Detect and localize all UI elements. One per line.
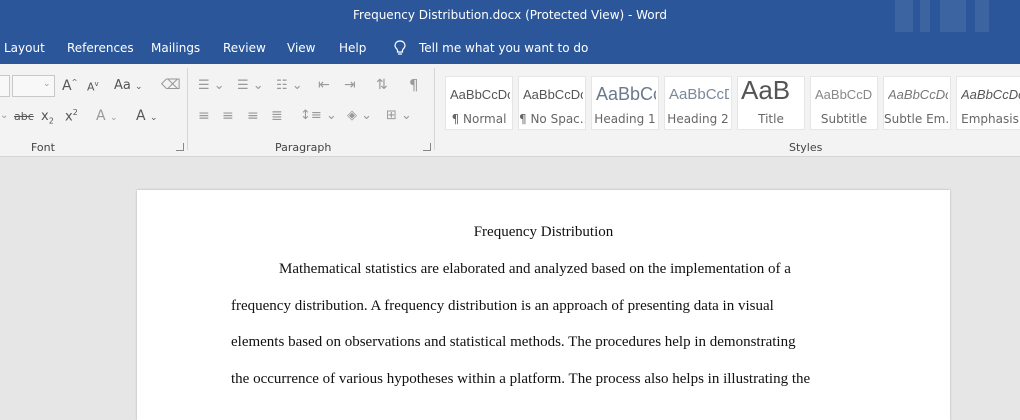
style-sample: AaBbCcDc <box>961 87 1020 102</box>
style-sample: AaBbCcDc <box>450 87 510 102</box>
styles-group-label: Styles <box>789 141 823 154</box>
increase-indent-icon[interactable]: ⇥ <box>344 77 356 93</box>
style-heading-2[interactable]: AaBbCcD Heading 2 <box>664 76 732 130</box>
style-name: Heading 1 <box>594 112 656 126</box>
style-subtitle[interactable]: AaBbCcD Subtitle <box>810 76 878 130</box>
style-name: Subtle Em... <box>884 112 950 126</box>
style-name: ¶ No Spac... <box>519 112 585 126</box>
chevron-down-icon: ⌄ <box>135 82 143 92</box>
tab-help[interactable]: Help <box>339 41 366 55</box>
text-effects-button[interactable]: A ⌄ <box>96 108 118 124</box>
style-name: Subtitle <box>820 112 868 126</box>
decrease-indent-icon[interactable]: ⇤ <box>318 77 330 93</box>
tab-view[interactable]: View <box>287 41 315 55</box>
font-size-combo[interactable]: ⌄ <box>12 75 55 97</box>
clear-formatting-icon[interactable]: ⌫ <box>161 77 181 93</box>
change-case-button[interactable]: Aa ⌄ <box>114 78 143 93</box>
numbering-icon[interactable]: ☰ ⌄ <box>237 78 264 93</box>
paragraph-line: Mathematical statistics are elaborated a… <box>279 261 791 277</box>
lightbulb-icon <box>394 40 406 55</box>
style-emphasis[interactable]: AaBbCcDc Emphasis <box>956 76 1020 130</box>
style-sample: AaBbCcD <box>669 86 729 103</box>
style-subtle-emphasis[interactable]: AaBbCcDc Subtle Em... <box>883 76 951 130</box>
underline-dropdown-icon[interactable]: ⌄ <box>0 110 8 121</box>
paragraph-dialog-launcher-icon[interactable] <box>423 143 431 151</box>
style-sample: AaB <box>741 75 791 105</box>
style-name: ¶ Normal <box>451 112 507 126</box>
shading-icon[interactable]: ◈ ⌄ <box>347 108 372 123</box>
styles-gallery: AaBbCcDc ¶ Normal AaBbCcDc ¶ No Spac... … <box>445 70 1020 134</box>
font-dialog-launcher-icon[interactable] <box>176 143 184 151</box>
style-name: Title <box>758 112 784 126</box>
group-divider <box>434 68 435 150</box>
justify-icon[interactable]: ≣ <box>271 108 283 124</box>
borders-icon[interactable]: ⊞ ⌄ <box>386 108 412 123</box>
sort-icon[interactable]: ⇅ <box>376 77 388 93</box>
style-sample: AaBbCcDc <box>888 87 948 102</box>
paragraph-line: the occurrence of various hypotheses wit… <box>231 371 811 387</box>
paragraph-line: frequency distribution. A frequency dist… <box>231 298 774 314</box>
paragraph-line: elements based on observations and stati… <box>231 334 796 350</box>
document-canvas[interactable]: Frequency Distribution Mathematical stat… <box>0 157 1020 420</box>
grow-font-button[interactable]: A^ <box>62 78 77 94</box>
tab-references[interactable]: References <box>67 41 134 55</box>
paragraph-group-label: Paragraph <box>275 141 332 154</box>
tab-review[interactable]: Review <box>223 41 266 55</box>
ribbon: ⌄ A^ Av Aa ⌄ ⌫ ⌄ abc x2 x2 A ⌄ A ⌄ Font … <box>0 64 1020 157</box>
multilevel-list-icon[interactable]: ☷ ⌄ <box>276 78 303 93</box>
style-no-spacing[interactable]: AaBbCcDc ¶ No Spac... <box>518 76 586 130</box>
style-name: Emphasis <box>961 112 1019 126</box>
document-page[interactable]: Frequency Distribution Mathematical stat… <box>137 190 950 420</box>
chevron-down-icon: ⌄ <box>43 79 51 89</box>
show-formatting-button[interactable]: ¶ <box>409 76 419 94</box>
menu-bar: Layout References Mailings Review View H… <box>0 32 1020 64</box>
style-name: Heading 2 <box>667 112 729 126</box>
font-name-combo[interactable] <box>0 75 10 97</box>
tab-layout[interactable]: Layout <box>4 41 45 55</box>
group-divider <box>187 68 188 150</box>
tab-mailings[interactable]: Mailings <box>151 41 200 55</box>
bullets-icon[interactable]: ☰ ⌄ <box>198 78 225 93</box>
font-group-label: Font <box>31 141 55 154</box>
superscript-button[interactable]: x2 <box>65 108 78 124</box>
style-title[interactable]: AaB Title <box>737 75 805 130</box>
font-color-button[interactable]: A ⌄ <box>136 108 158 124</box>
align-right-icon[interactable]: ≡ <box>247 108 259 124</box>
subscript-button[interactable]: x2 <box>41 109 54 126</box>
document-title: Frequency Distribution <box>473 224 614 240</box>
align-left-icon[interactable]: ≡ <box>198 108 210 124</box>
style-heading-1[interactable]: AaBbCc Heading 1 <box>591 76 659 130</box>
style-normal[interactable]: AaBbCcDc ¶ Normal <box>445 76 513 130</box>
window-title: Frequency Distribution.docx (Protected V… <box>353 8 667 22</box>
style-sample: AaBbCc <box>596 84 656 104</box>
tell-me-label: Tell me what you want to do <box>419 41 589 55</box>
style-sample: AaBbCcD <box>815 87 873 102</box>
line-spacing-icon[interactable]: ↕≡ ⌄ <box>300 108 337 123</box>
strikethrough-button[interactable]: abc <box>14 110 34 123</box>
title-bar: Frequency Distribution.docx (Protected V… <box>0 0 1020 36</box>
align-center-icon[interactable]: ≡ <box>222 108 234 124</box>
shrink-font-button[interactable]: Av <box>87 80 99 94</box>
style-sample: AaBbCcDc <box>523 87 583 102</box>
